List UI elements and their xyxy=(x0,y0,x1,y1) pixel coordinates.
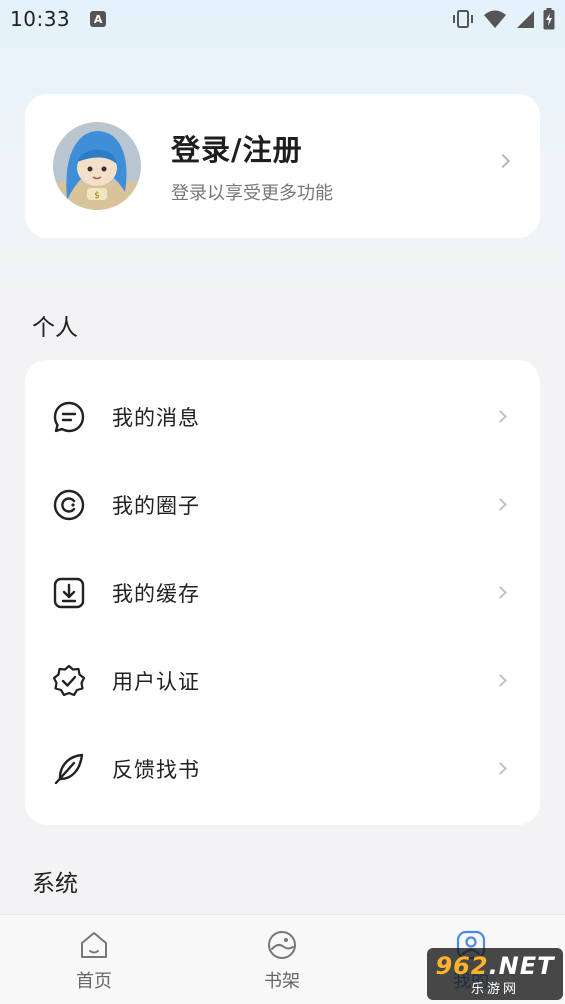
avatar[interactable]: $ xyxy=(53,122,141,210)
nav-label-home: 首页 xyxy=(76,971,112,992)
watermark-brand: 962.NET xyxy=(435,952,554,980)
chevron-right-icon xyxy=(494,762,507,775)
wifi-icon xyxy=(484,10,506,28)
chevron-right-icon xyxy=(495,153,511,169)
circle-icon xyxy=(51,487,87,523)
watermark-brand-prefix: 962 xyxy=(435,951,489,980)
login-card[interactable]: $ 登录/注册 登录以享受更多功能 xyxy=(25,94,540,238)
personal-menu: 我的消息 我的圈子 我的缓存 用户认证 反馈找书 xyxy=(25,360,540,825)
menu-item-circles[interactable]: 我的圈子 xyxy=(25,461,540,549)
signal-icon xyxy=(517,11,534,28)
menu-item-verification[interactable]: 用户认证 xyxy=(25,637,540,725)
menu-label-messages: 我的消息 xyxy=(112,406,200,430)
menu-item-messages[interactable]: 我的消息 xyxy=(25,373,540,461)
watermark-subtitle: 乐游网 xyxy=(470,981,519,997)
menu-item-cache[interactable]: 我的缓存 xyxy=(25,549,540,637)
vibrate-icon xyxy=(453,10,473,28)
chevron-right-icon xyxy=(494,410,507,423)
home-icon xyxy=(81,932,107,958)
download-icon xyxy=(51,575,87,611)
svg-text:$: $ xyxy=(94,191,100,201)
menu-label-feedback: 反馈找书 xyxy=(112,758,200,782)
menu-label-cache: 我的缓存 xyxy=(112,582,200,606)
login-subtitle: 登录以享受更多功能 xyxy=(171,183,333,204)
nav-item-bookshelf[interactable]: 书架 xyxy=(232,929,332,993)
watermark-brand-suffix: .NET xyxy=(488,951,555,980)
badge-check-icon xyxy=(51,663,87,699)
menu-label-circles: 我的圈子 xyxy=(112,494,200,518)
chevron-right-icon xyxy=(494,674,507,687)
battery-charging-icon xyxy=(543,8,555,30)
nav-item-home[interactable]: 首页 xyxy=(44,929,144,993)
status-time: 10:33 xyxy=(10,7,71,31)
status-indicators xyxy=(451,8,555,30)
section-title-system: 系统 xyxy=(32,871,78,897)
login-title[interactable]: 登录/注册 xyxy=(171,127,333,169)
section-title-personal: 个人 xyxy=(32,315,78,341)
feather-icon xyxy=(51,751,87,787)
chevron-right-icon xyxy=(494,586,507,599)
menu-item-feedback[interactable]: 反馈找书 xyxy=(25,725,540,813)
menu-label-verification: 用户认证 xyxy=(112,670,200,694)
a-letter-icon: A xyxy=(90,11,107,27)
message-icon xyxy=(51,399,87,435)
status-bar: 10:33 A xyxy=(0,0,565,38)
nav-label-bookshelf: 书架 xyxy=(264,971,300,992)
chevron-right-icon xyxy=(494,498,507,511)
watermark-logo: 962.NET 乐游网 xyxy=(427,948,563,1000)
bookshelf-icon xyxy=(268,931,296,959)
